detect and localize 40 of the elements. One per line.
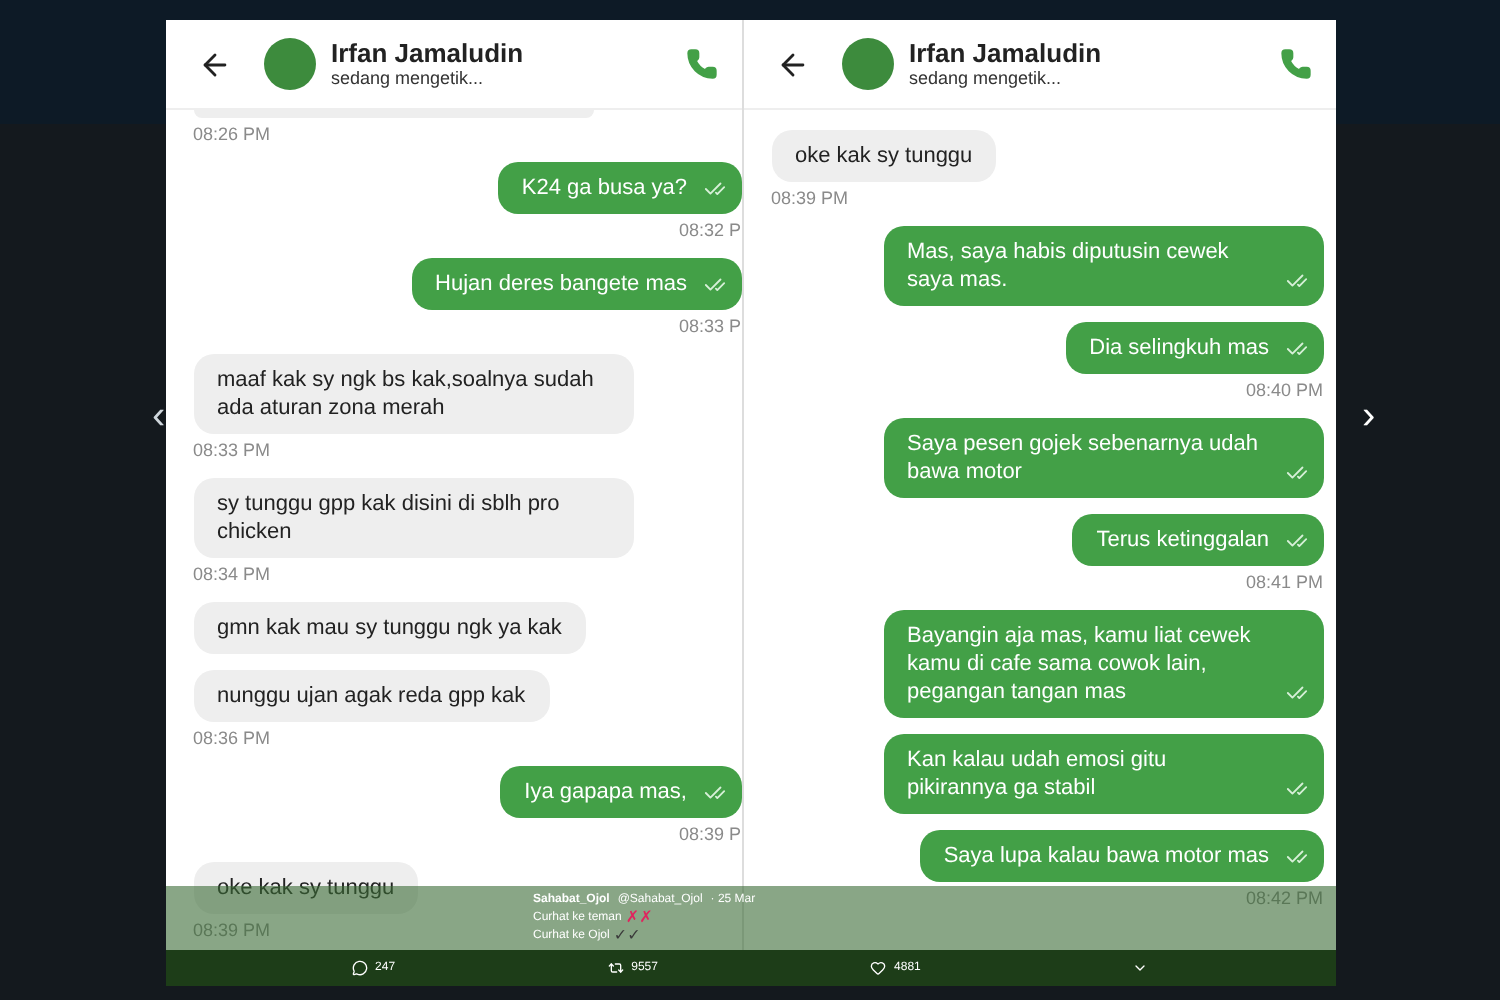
message-bubble: K24 ga busa ya? xyxy=(497,162,741,214)
message-bubble: Saya lupa kalau bawa motor mas xyxy=(919,830,1323,882)
speech-bubble-icon xyxy=(351,960,368,976)
message-time: 08:39 P xyxy=(678,824,741,846)
mark-symbols: ✓✓ xyxy=(613,927,641,943)
phone-icon[interactable] xyxy=(685,48,717,80)
message-time: 08:33 P xyxy=(678,316,741,338)
message-time: 08:34 PM xyxy=(193,564,271,586)
mark-symbols: ✗✗ xyxy=(625,909,653,925)
message-bubble: gmn kak mau sy tunggu ngk ya kak xyxy=(193,602,586,654)
more-button[interactable] xyxy=(1132,960,1149,976)
message-time: 08:26 PM xyxy=(193,124,271,146)
message-bubble: Mas, saya habis diputusin cewek saya mas. xyxy=(883,226,1323,306)
message-time: 08:39 PM xyxy=(771,188,849,210)
message-bubble: maaf kak sy ngk bs kak,soalnya sudah ada aturan zona merah xyxy=(193,354,633,434)
message-time: 08:32 P xyxy=(678,220,741,242)
message-bubble: oke kak sy tunggu xyxy=(771,130,997,182)
message-bubble: Bayangin aja mas, kamu liat cewek kamu di cafe sama cowok lain, pegangan tangan mas xyxy=(883,610,1323,718)
avatar xyxy=(841,38,893,90)
avatar xyxy=(263,38,315,90)
chevron-down-icon xyxy=(1132,960,1149,976)
contact-status: sedang mengetik... xyxy=(909,68,1064,90)
contact-status: sedang mengetik... xyxy=(331,68,486,90)
message-bubble: Terus ketinggalan xyxy=(1072,514,1323,566)
repeat-icon xyxy=(607,960,624,976)
message-bubble: Iya gapapa mas, xyxy=(500,766,741,818)
message-time: 08:40 PM xyxy=(1245,380,1323,402)
contact-name: Irfan Jamaludin xyxy=(909,38,1104,68)
message-bubble: nunggu ujan agak reda gpp kak xyxy=(193,670,550,722)
message-time: 08:41 PM xyxy=(1245,572,1323,594)
heart-icon xyxy=(870,960,887,976)
message-bubble: Dia selingkuh mas xyxy=(1065,322,1323,374)
message-time: 08:36 PM xyxy=(193,728,271,750)
message-bubble: Saya pesen gojek sebenarnya udah bawa motor xyxy=(883,418,1323,498)
message-bubble: Kan kalau udah emosi gitu pikirannya ga stabil xyxy=(883,734,1323,814)
message-bubble: sy tunggu gpp kak disini di sblh pro chicken xyxy=(193,478,633,558)
contact-name: Irfan Jamaludin xyxy=(331,38,526,68)
message-bubble: Hujan deres bangete mas xyxy=(411,258,741,310)
phone-icon[interactable] xyxy=(1279,48,1311,80)
message-time: 08:33 PM xyxy=(193,440,271,462)
